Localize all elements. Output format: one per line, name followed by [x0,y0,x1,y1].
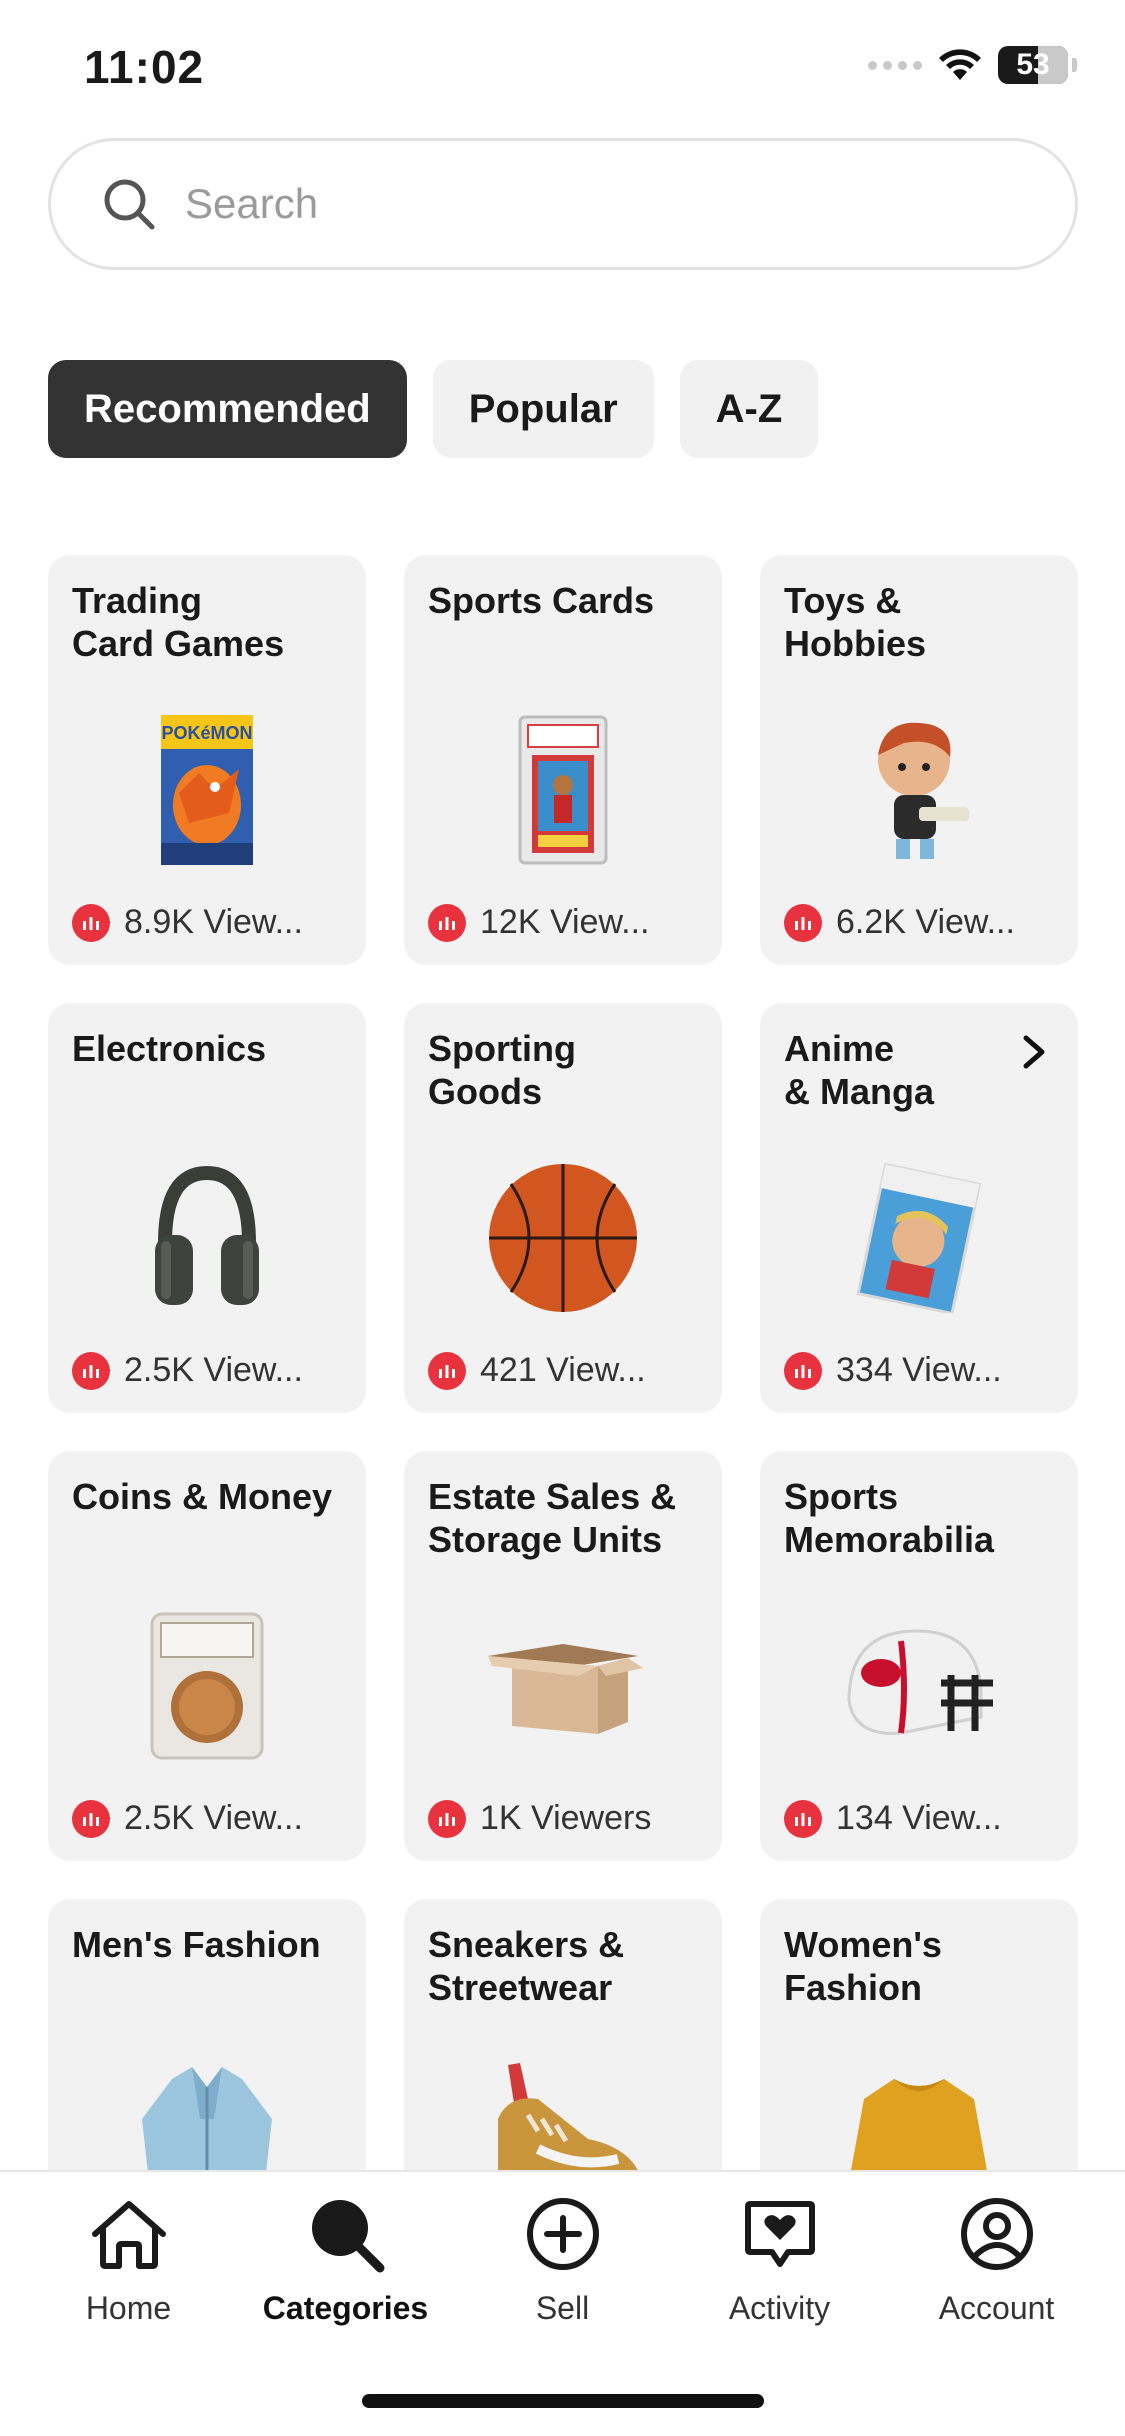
live-icon [72,903,110,942]
category-title: Trading Card Games [72,580,285,664]
category-title: Women's Fashion [784,1924,942,2008]
category-title: Electronics [72,1028,267,1069]
basketball-image [478,1153,648,1323]
category-title: Anime & Manga [784,1028,935,1112]
category-title: Toys & Hobbies [784,580,927,664]
category-title: Coins & Money [72,1476,333,1517]
live-icon [784,903,822,942]
nav-sell[interactable]: Sell [463,2192,663,2327]
nav-label: Sell [535,2290,590,2326]
search-bar[interactable] [48,138,1078,270]
viewers-text: 6.2K View... [836,903,1015,941]
live-icon [428,1799,466,1838]
status-icons: 53 [868,46,1077,84]
viewer-count: 1K Viewers [428,1799,651,1838]
category-card-trading-card-games[interactable]: Trading Card Games POKéMON 8.9K View... [48,555,366,965]
category-grid: Trading Card Games POKéMON 8.9K View... [48,555,1078,2309]
graded-coin-image [122,1601,292,1771]
nav-label: Account [938,2290,1055,2326]
live-icon [72,1799,110,1838]
category-card-sports-cards[interactable]: Sports Cards 12K View... [404,555,722,965]
vinyl-figure-image [834,705,1004,875]
category-title: Sneakers & Streetwear [428,1924,625,2008]
viewer-count: 6.2K View... [784,903,1015,942]
category-card-sports-memorabilia[interactable]: Sports Memorabilia 134 View... [760,1451,1078,1861]
battery-icon: 53 [998,46,1068,84]
nav-label: Categories [262,2290,429,2326]
viewers-text: 2.5K View... [124,1799,303,1837]
live-icon [72,1351,110,1390]
tab-a-z[interactable]: A-Z [679,360,819,458]
status-time: 11:02 [84,41,205,93]
category-title: Sports Cards [428,580,655,621]
nav-categories[interactable]: Categories [246,2192,446,2327]
category-card-estate-sales[interactable]: Estate Sales & Storage Units 1K Viewers [404,1451,722,1861]
viewer-count: 334 View... [784,1351,1002,1390]
viewer-count: 2.5K View... [72,1799,303,1838]
category-card-sporting-goods[interactable]: Sporting Goods 421 View... [404,1003,722,1413]
viewers-text: 12K View... [480,903,650,941]
viewer-count: 8.9K View... [72,903,303,942]
football-helmet-image [834,1601,1004,1771]
category-card-anime-manga[interactable]: Anime & Manga 334 View... [760,1003,1078,1413]
category-card-toys-hobbies[interactable]: Toys & Hobbies 6.2K View... [760,555,1078,965]
category-title: Estate Sales & Storage Units [428,1476,677,1560]
battery-level: 53 [1016,48,1050,81]
chevron-right-icon [1023,1035,1045,1069]
category-title: Men's Fashion [72,1924,321,1965]
live-icon [784,1799,822,1838]
status-bar: 11:02 53 [0,0,1125,140]
viewers-text: 134 View... [836,1799,1002,1837]
heart-chat-icon [738,2192,822,2276]
viewer-count: 134 View... [784,1799,1002,1838]
sort-tabs: Recommended Popular A-Z [48,360,819,458]
svg-text:POKéMON: POKéMON [161,723,252,743]
live-icon [428,1351,466,1390]
category-card-electronics[interactable]: Electronics 2.5K View... [48,1003,366,1413]
category-title: Sports Memorabilia [784,1476,995,1560]
tab-recommended[interactable]: Recommended [48,360,407,458]
viewer-count: 421 View... [428,1351,646,1390]
categories-search-icon [304,2192,388,2276]
graded-card-image [478,705,648,875]
search-input[interactable] [185,180,985,228]
account-icon [955,2192,1039,2276]
home-indicator [362,2394,764,2408]
viewer-count: 2.5K View... [72,1351,303,1390]
home-icon [87,2192,171,2276]
nav-activity[interactable]: Activity [680,2192,880,2327]
wifi-icon [939,49,981,80]
tab-popular[interactable]: Popular [432,360,654,458]
nav-label: Home [85,2290,172,2326]
category-card-coins-money[interactable]: Coins & Money 2.5K View... [48,1451,366,1861]
nav-label: Activity [728,2290,831,2326]
viewers-text: 8.9K View... [124,903,303,941]
viewers-text: 2.5K View... [124,1351,303,1389]
signal-icon [868,60,922,70]
headphones-image [122,1153,292,1323]
plus-circle-icon [521,2192,605,2276]
cardboard-box-image [478,1601,648,1771]
viewers-text: 421 View... [480,1351,646,1389]
nav-account[interactable]: Account [897,2192,1097,2327]
live-icon [428,903,466,942]
categories-screen: 11:02 53 Recommended Popular [0,0,1125,2436]
nav-home[interactable]: Home [29,2192,229,2327]
manga-book-image [834,1153,1004,1323]
pokemon-pack-image: POKéMON [122,705,292,875]
search-icon [104,179,155,230]
live-icon [784,1351,822,1390]
category-title: Sporting Goods [428,1028,576,1112]
viewer-count: 12K View... [428,903,650,942]
viewers-text: 1K Viewers [480,1799,652,1837]
viewers-text: 334 View... [836,1351,1002,1389]
